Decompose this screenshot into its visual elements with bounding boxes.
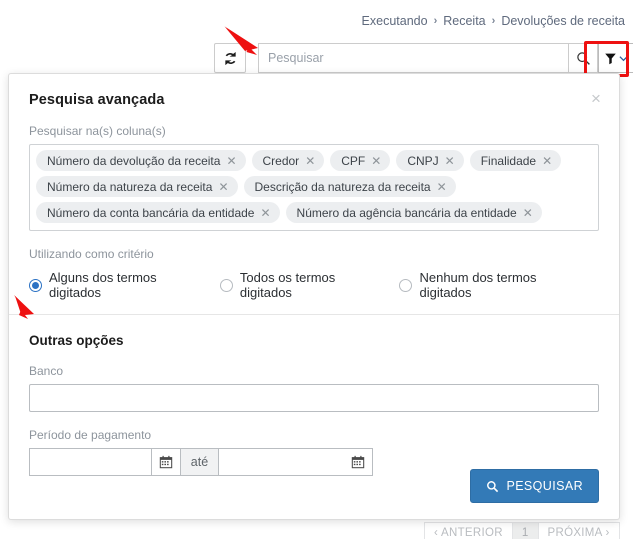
search-input[interactable] xyxy=(258,43,568,73)
pagination-previous-button[interactable]: ‹ ANTERIOR xyxy=(424,522,512,539)
radio-label: Nenhum dos termos digitados xyxy=(419,270,537,300)
selected-columns-box[interactable]: Número da devolução da receita ✕ Credor … xyxy=(29,144,599,231)
dialog-header: Pesquisa avançada × xyxy=(9,74,619,109)
breadcrumb-separator-icon: › xyxy=(433,15,438,27)
chip-label: CNPJ xyxy=(407,153,439,168)
criteria-field-label: Utilizando como critério xyxy=(29,247,154,261)
column-chip[interactable]: Número da natureza da receita ✕ xyxy=(36,176,238,197)
refresh-button[interactable] xyxy=(214,43,246,73)
chip-label: Número da conta bancária da entidade xyxy=(47,205,255,220)
chip-remove-icon[interactable]: ✕ xyxy=(437,181,447,193)
dialog-body: Pesquisar na(s) coluna(s) Número da devo… xyxy=(9,124,619,476)
radio-label: Alguns dos termos digitados xyxy=(49,270,157,300)
criteria-radio-group: Alguns dos termos digitados Todos os ter… xyxy=(29,270,599,300)
radio-alguns-dos-termos[interactable]: Alguns dos termos digitados xyxy=(29,270,198,300)
chip-remove-icon[interactable]: ✕ xyxy=(226,155,236,167)
radio-label: Todos os termos digitados xyxy=(239,270,336,300)
chip-remove-icon[interactable]: ✕ xyxy=(260,207,270,219)
columns-field-label: Pesquisar na(s) coluna(s) xyxy=(29,124,166,138)
breadcrumb: Executando › Receita › Devoluções de rec… xyxy=(362,14,625,28)
pagination-next-button[interactable]: PRÓXIMA › xyxy=(537,522,620,539)
chip-remove-icon[interactable]: ✕ xyxy=(218,181,228,193)
chip-label: Credor xyxy=(262,153,300,168)
column-chip[interactable]: Descrição da natureza da receita ✕ xyxy=(243,176,456,197)
submit-search-button[interactable]: PESQUISAR xyxy=(470,469,599,503)
refresh-icon xyxy=(223,51,238,66)
column-chip[interactable]: Número da conta bancária da entidade ✕ xyxy=(36,202,280,223)
radio-indicator xyxy=(219,278,233,292)
column-chip[interactable]: Credor ✕ xyxy=(251,150,325,171)
breadcrumb-item-executando[interactable]: Executando xyxy=(362,14,428,28)
chip-remove-icon[interactable]: ✕ xyxy=(305,155,315,167)
period-field-label: Período de pagamento xyxy=(29,428,152,442)
app-root: Executando › Receita › Devoluções de rec… xyxy=(0,0,633,539)
filter-icon xyxy=(604,52,617,65)
search-field-group xyxy=(258,43,633,73)
bank-field-label: Banco xyxy=(29,364,64,378)
search-submit-button[interactable] xyxy=(568,43,598,73)
dialog-title: Pesquisa avançada xyxy=(29,92,165,108)
column-chip[interactable]: CNPJ ✕ xyxy=(396,150,464,171)
submit-search-label: PESQUISAR xyxy=(506,479,583,493)
chip-remove-icon[interactable]: ✕ xyxy=(523,207,533,219)
radio-nenhum-dos-termos[interactable]: Nenhum dos termos digitados xyxy=(399,270,577,300)
advanced-filter-toggle-button[interactable] xyxy=(598,43,633,73)
chip-remove-icon[interactable]: ✕ xyxy=(371,155,381,167)
chip-remove-icon[interactable]: ✕ xyxy=(542,155,552,167)
pagination-page-1[interactable]: 1 xyxy=(511,522,538,539)
search-icon xyxy=(486,480,499,493)
breadcrumb-item-devolucoes-de-receita[interactable]: Devoluções de receita xyxy=(501,14,625,28)
radio-indicator xyxy=(399,278,413,292)
chevron-down-icon xyxy=(619,54,628,63)
column-chip[interactable]: Finalidade ✕ xyxy=(469,150,562,171)
column-chip[interactable]: CPF ✕ xyxy=(330,150,391,171)
chip-label: Número da natureza da receita xyxy=(47,179,213,194)
chip-label: Número da agência bancária da entidade xyxy=(296,205,517,220)
radio-todos-os-termos[interactable]: Todos os termos digitados xyxy=(219,270,378,300)
pagination: ‹ ANTERIOR 1 PRÓXIMA › xyxy=(424,522,620,539)
other-options-title: Outras opções xyxy=(29,333,124,348)
section-divider xyxy=(9,314,619,315)
chip-label: Finalidade xyxy=(480,153,537,168)
bank-input[interactable] xyxy=(29,384,599,412)
breadcrumb-item-receita[interactable]: Receita xyxy=(443,14,485,28)
chip-label: CPF xyxy=(341,153,366,168)
breadcrumb-separator-icon: › xyxy=(491,15,496,27)
chip-label: Descrição da natureza da receita xyxy=(254,179,431,194)
dialog-footer: PESQUISAR xyxy=(9,453,619,519)
chip-remove-icon[interactable]: ✕ xyxy=(445,155,455,167)
column-chip[interactable]: Número da agência bancária da entidade ✕ xyxy=(285,202,542,223)
column-chip[interactable]: Número da devolução da receita ✕ xyxy=(36,150,246,171)
close-icon[interactable]: × xyxy=(585,87,607,109)
radio-indicator xyxy=(29,278,42,292)
chip-label: Número da devolução da receita xyxy=(47,153,221,168)
advanced-search-dialog: Pesquisa avançada × Pesquisar na(s) colu… xyxy=(8,73,620,520)
search-icon xyxy=(576,51,591,66)
search-toolbar xyxy=(214,43,633,73)
